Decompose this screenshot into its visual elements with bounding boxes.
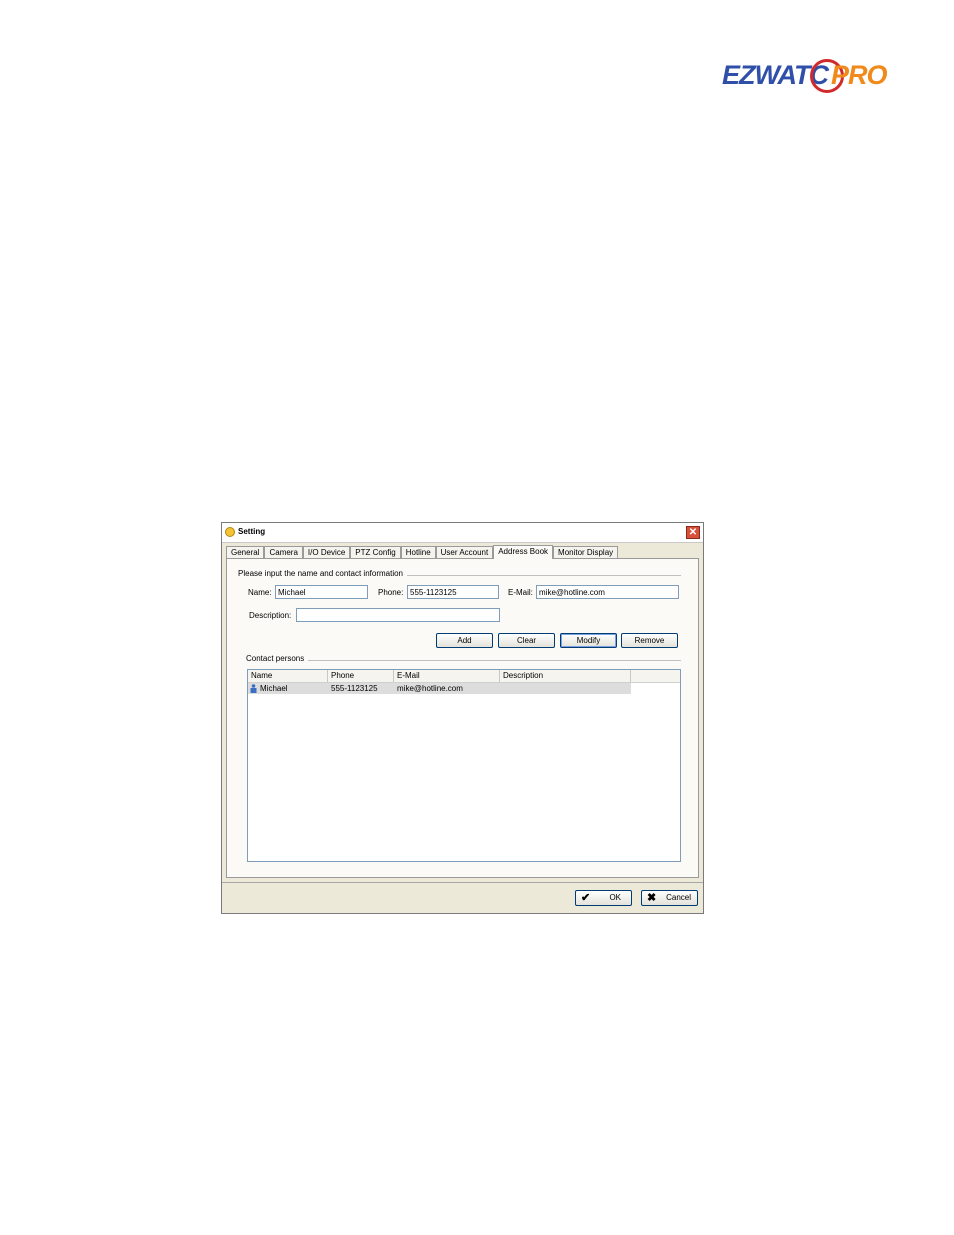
- contacts-list[interactable]: Name Phone E-Mail Description Michael 55…: [247, 669, 681, 862]
- cancel-button[interactable]: ✖ Cancel: [641, 890, 698, 906]
- setting-dialog: Setting ✕ General Camera I/O Device PTZ …: [221, 522, 704, 914]
- row-name: Michael: [260, 684, 288, 693]
- name-label: Name:: [248, 588, 272, 597]
- tab-strip: General Camera I/O Device PTZ Config Hot…: [226, 545, 619, 559]
- tab-address-book[interactable]: Address Book: [493, 545, 554, 559]
- group-divider: [247, 660, 681, 661]
- table-row[interactable]: Michael 555-1123125 mike@hotline.com: [248, 683, 631, 694]
- row-email: mike@hotline.com: [397, 684, 463, 693]
- app-icon: [225, 527, 235, 537]
- ezwatch-pro-logo: EZWATC PRO: [722, 56, 894, 96]
- column-header-phone[interactable]: Phone: [328, 670, 394, 682]
- name-field[interactable]: [275, 585, 368, 599]
- add-button[interactable]: Add: [436, 633, 493, 648]
- footer-divider: [222, 882, 703, 883]
- column-header-description[interactable]: Description: [500, 670, 631, 682]
- column-header-name[interactable]: Name: [248, 670, 328, 682]
- window-title: Setting: [238, 527, 266, 536]
- title-bar[interactable]: Setting ✕: [222, 523, 703, 543]
- ok-label: OK: [609, 893, 621, 902]
- description-field[interactable]: [296, 608, 500, 622]
- contact-person-icon: [250, 684, 257, 693]
- logo-text-pro: PRO: [831, 60, 888, 90]
- column-header-email[interactable]: E-Mail: [394, 670, 500, 682]
- description-label: Description:: [249, 611, 292, 620]
- ok-button[interactable]: ✔ OK: [575, 890, 632, 906]
- modify-button[interactable]: Modify: [560, 633, 617, 648]
- row-phone: 555-1123125: [331, 684, 378, 693]
- email-label: E-Mail:: [508, 588, 533, 597]
- close-button[interactable]: ✕: [686, 526, 700, 539]
- phone-field[interactable]: [407, 585, 499, 599]
- contact-info-group-label: Please input the name and contact inform…: [238, 569, 407, 578]
- email-field[interactable]: [536, 585, 679, 599]
- remove-button[interactable]: Remove: [621, 633, 678, 648]
- phone-label: Phone:: [378, 588, 404, 597]
- contact-persons-group-label: Contact persons: [246, 654, 309, 663]
- checkmark-icon: ✔: [581, 892, 591, 904]
- cancel-label: Cancel: [666, 893, 691, 902]
- clear-button[interactable]: Clear: [498, 633, 555, 648]
- address-book-panel: Please input the name and contact inform…: [226, 558, 699, 878]
- x-icon: ✖: [647, 892, 657, 904]
- contacts-list-header: Name Phone E-Mail Description: [248, 670, 680, 683]
